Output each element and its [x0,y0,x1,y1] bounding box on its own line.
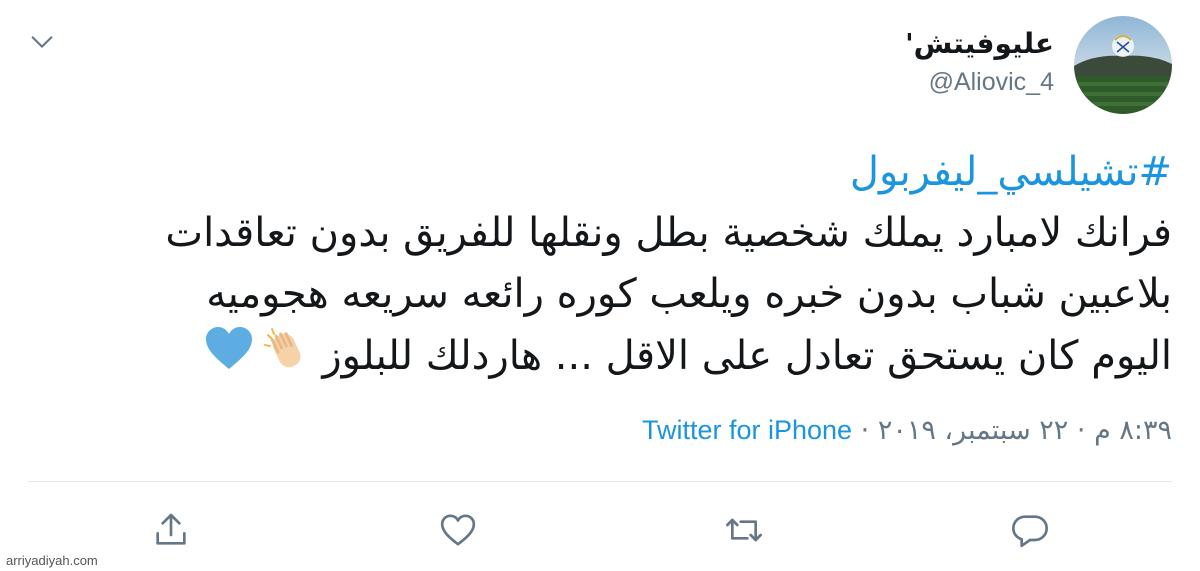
tweet-line: بلاعبين شباب بدون خبره ويلعب كوره رائعه … [206,271,1172,317]
meta-separator: · [860,415,870,446]
tweet-author[interactable]: عليوفيتش' @Aliovic_4 [905,26,1054,98]
tweet-actions [0,510,1200,554]
real-madrid-stadium-avatar [1074,16,1172,114]
watermark: arriyadiyah.com [6,553,98,568]
display-name[interactable]: عليوفيتش' [905,26,1054,62]
divider [28,481,1172,482]
retweet-icon[interactable] [724,510,764,550]
meta-separator: · [1076,415,1086,446]
chevron-down-icon[interactable] [28,28,56,56]
tweet-source-link[interactable]: Twitter for iPhone [642,415,852,445]
clapping-hands-icon [262,325,314,391]
tweet-text: #تشيلسي_ليفربول فرانك لامبارد يملك شخصية… [22,142,1172,391]
tweet-time[interactable]: ٨:٣٩ م [1094,415,1172,446]
blue-heart-icon [204,326,254,390]
tweet-line: اليوم كان يستحق تعادل على الاقل ... هارد… [322,333,1172,379]
hashtag-link[interactable]: #تشيلسي_ليفربول [850,149,1172,195]
tweet-date[interactable]: ٢٢ سبتمبر، ٢٠١٩ [878,415,1068,446]
user-handle[interactable]: @Aliovic_4 [905,66,1054,98]
reply-icon[interactable] [1010,510,1050,550]
share-icon[interactable] [151,510,191,550]
tweet-meta: ٨:٣٩ م · ٢٢ سبتمبر، ٢٠١٩ · Twitter for i… [642,410,1172,451]
like-icon[interactable] [438,510,478,550]
tweet-line: فرانك لامبارد يملك شخصية بطل ونقلها للفر… [165,210,1172,256]
avatar[interactable] [1074,16,1172,114]
